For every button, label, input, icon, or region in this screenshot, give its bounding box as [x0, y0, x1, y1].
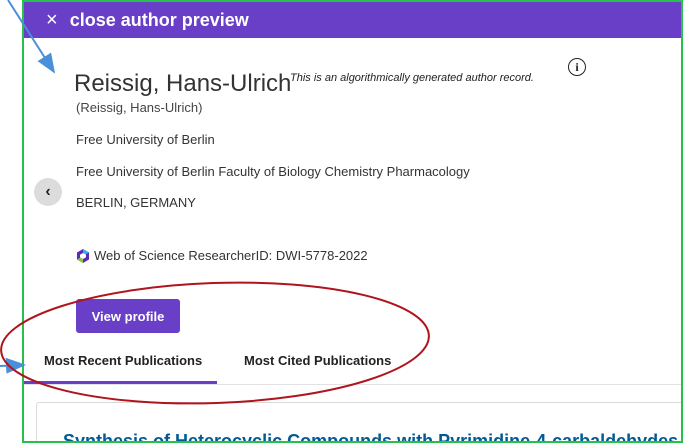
active-tab-indicator: [24, 381, 217, 384]
publication-title-link[interactable]: Synthesis of Heterocyclic Compounds with…: [63, 431, 678, 441]
tab-most-recent-publications[interactable]: Most Recent Publications: [44, 353, 202, 368]
annotation-arrow-tabs: [0, 357, 26, 374]
affiliation-1: Free University of Berlin: [76, 132, 215, 147]
author-location: BERLIN, GERMANY: [76, 195, 196, 210]
affiliation-2: Free University of Berlin Faculty of Bio…: [76, 164, 470, 179]
publication-tabs: Most Recent Publications Most Cited Publ…: [24, 344, 681, 385]
web-of-science-logo-icon: [77, 248, 89, 263]
author-alias: (Reissig, Hans-Ulrich): [76, 100, 203, 115]
previous-author-button[interactable]: ‹: [34, 178, 62, 206]
view-profile-button[interactable]: View profile: [76, 299, 180, 333]
close-icon[interactable]: ×: [46, 10, 58, 30]
publication-card: Synthesis of Heterocyclic Compounds with…: [36, 402, 681, 441]
algorithmic-record-note: This is an algorithmically generated aut…: [290, 72, 534, 84]
author-name: Reissig, Hans-Ulrich: [74, 70, 292, 97]
info-icon[interactable]: i: [568, 58, 586, 76]
author-preview-panel: × close author preview Reissig, Hans-Ulr…: [22, 0, 683, 443]
tab-most-cited-publications[interactable]: Most Cited Publications: [244, 353, 391, 368]
preview-header: × close author preview: [24, 2, 681, 38]
researcher-id: Web of Science ResearcherID: DWI-5778-20…: [94, 248, 368, 263]
close-author-preview-button[interactable]: close author preview: [70, 10, 249, 31]
chevron-left-icon: ‹: [45, 183, 51, 200]
researcher-id-row: Web of Science ResearcherID: DWI-5778-20…: [76, 248, 368, 263]
